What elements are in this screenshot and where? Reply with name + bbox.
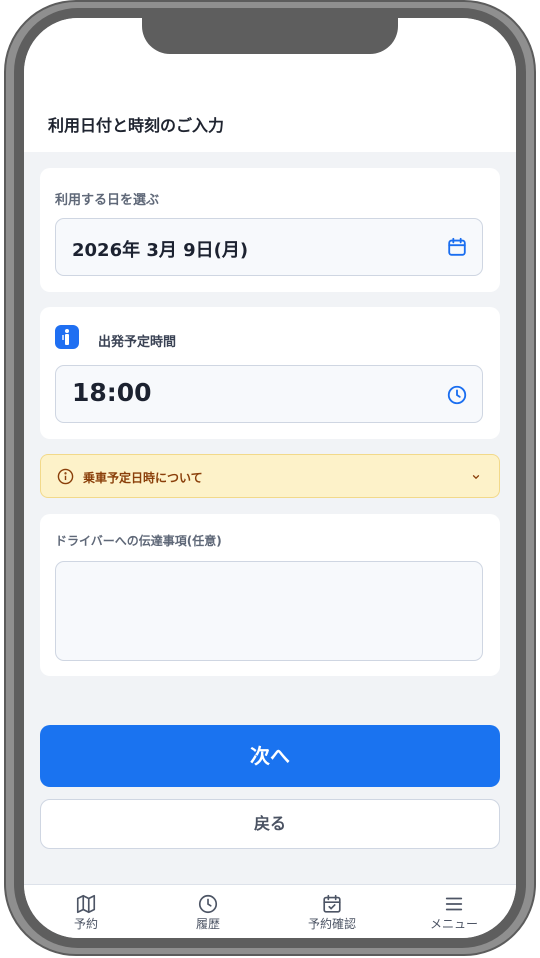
nav-label-history: 履歴 [195, 917, 220, 931]
memo-textarea[interactable] [55, 561, 483, 661]
date-value: 2026年 3月 9日(月) [72, 240, 249, 261]
nav-item-history[interactable]: 履歴 [168, 893, 248, 932]
back-button[interactable]: 戻る [40, 799, 500, 849]
memo-label: ドライバーへの伝達事項(任意) [55, 534, 222, 548]
badge [55, 325, 79, 349]
time-value: 18:00 [72, 378, 152, 407]
nav-item-menu[interactable]: メニュー [414, 893, 494, 932]
date-label: 利用する日を選ぶ [55, 193, 160, 208]
next-button[interactable]: 次へ [40, 725, 500, 787]
nav-label-confirm: 予約確認 [307, 917, 356, 931]
clock-icon[interactable] [446, 384, 468, 406]
app-screen: 利用日付と時刻のご入力 利用する日を選ぶ 2026年 3月 9日(月) 出発予定… [24, 18, 516, 938]
map-icon [76, 894, 96, 914]
time-card: 出発予定時間 18:00 [40, 307, 500, 439]
nav-label-reserve: 予約 [73, 917, 98, 931]
date-card: 利用する日を選ぶ 2026年 3月 9日(月) [40, 168, 500, 292]
menu-icon [445, 897, 463, 911]
nav-label-menu: メニュー [429, 917, 478, 931]
notice-accordion[interactable]: 乗車予定日時について [40, 454, 500, 498]
person-standing-icon [62, 329, 69, 345]
phone-notch [142, 18, 398, 54]
memo-card: ドライバーへの伝達事項(任意) [40, 514, 500, 676]
calendar-check-icon [323, 894, 341, 913]
date-picker-field[interactable]: 2026年 3月 9日(月) [55, 218, 483, 276]
info-icon [57, 468, 74, 485]
page-title: 利用日付と時刻のご入力 [48, 116, 225, 135]
nav-item-reserve[interactable]: 予約 [46, 893, 126, 932]
notice-text: 乗車予定日時について [83, 471, 203, 485]
clock-icon [198, 894, 218, 914]
time-picker-field[interactable]: 18:00 [55, 365, 483, 423]
calendar-icon[interactable] [446, 236, 468, 258]
time-label: 出発予定時間 [98, 335, 177, 350]
chevron-down-icon[interactable] [471, 472, 481, 482]
bottom-nav: 予約 履歴 予約確認 メニュー [24, 884, 516, 938]
nav-item-confirm[interactable]: 予約確認 [292, 893, 372, 932]
